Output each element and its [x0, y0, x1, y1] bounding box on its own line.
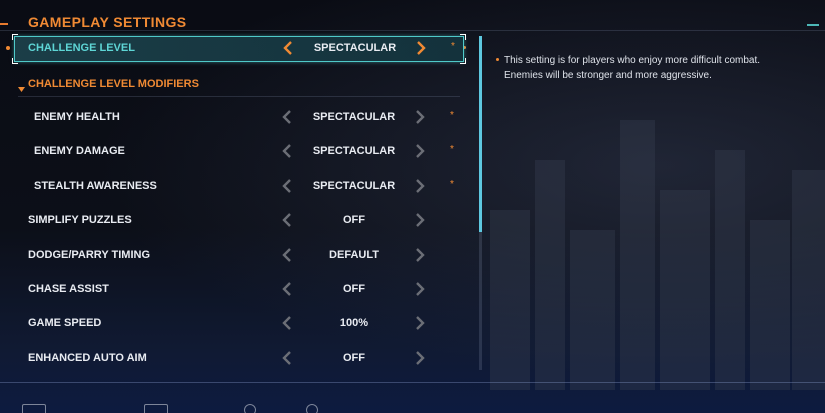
page-title: GAMEPLAY SETTINGS [28, 14, 187, 30]
section-label: CHALLENGE LEVEL MODIFIERS [28, 78, 199, 90]
footer-divider [0, 382, 825, 383]
setting-label: CHASE ASSIST [28, 283, 109, 295]
modified-indicator: * [450, 144, 454, 156]
button-prompt-icon [244, 404, 256, 413]
header-divider [0, 30, 825, 31]
setting-value: SPECTACULAR [313, 42, 397, 54]
setting-value: SPECTACULAR [312, 145, 396, 158]
setting-row[interactable]: GAME SPEED 100% [14, 311, 464, 337]
setting-label: SIMPLIFY PUZZLES [28, 214, 132, 227]
setting-label: CHALLENGE LEVEL [28, 42, 135, 54]
setting-value: DEFAULT [329, 248, 379, 261]
setting-value: OFF [343, 214, 365, 227]
selection-marker-left [6, 46, 10, 50]
setting-value: OFF [343, 351, 365, 364]
setting-value: SPECTACULAR [312, 111, 396, 123]
setting-label: GAME SPEED [28, 317, 102, 330]
setting-description-panel: This setting is for players who enjoy mo… [496, 53, 796, 83]
chevron-right-icon[interactable] [415, 178, 425, 193]
chevron-left-icon[interactable] [282, 282, 292, 296]
setting-row[interactable]: ENEMY DAMAGE SPECTACULAR * [14, 139, 464, 165]
chevron-right-icon[interactable] [415, 247, 425, 262]
chevron-left-icon[interactable] [282, 144, 292, 159]
chevron-left-icon[interactable] [282, 247, 292, 262]
setting-description: This setting is for players who enjoy mo… [504, 55, 761, 81]
modified-indicator: * [451, 41, 455, 52]
setting-row[interactable]: CHASE ASSIST OFF [14, 277, 464, 303]
setting-row[interactable]: SIMPLIFY PUZZLES OFF [14, 208, 464, 234]
setting-value: OFF [343, 283, 365, 295]
button-prompt-icon [144, 404, 168, 413]
chevron-left-icon[interactable] [282, 316, 292, 331]
chevron-left-icon[interactable] [282, 213, 292, 228]
section-header-challenge-modifiers[interactable]: CHALLENGE LEVEL MODIFIERS [18, 76, 460, 97]
chevron-left-icon[interactable] [282, 110, 292, 124]
selection-corner [460, 34, 466, 40]
chevron-left-icon[interactable] [282, 350, 292, 365]
setting-value: SPECTACULAR [312, 179, 396, 192]
chevron-left-icon[interactable] [282, 178, 292, 193]
header-accent-right [807, 24, 819, 26]
game-settings-screen: GAMEPLAY SETTINGS CHALLENGE LEVEL SPECTA… [0, 0, 825, 413]
chevron-right-icon[interactable] [415, 316, 425, 331]
chevron-left-icon[interactable] [283, 41, 293, 55]
button-prompt-icon [22, 404, 46, 413]
modified-indicator: * [450, 110, 454, 121]
chevron-right-icon[interactable] [415, 213, 425, 228]
selection-corner [460, 58, 466, 64]
setting-row[interactable]: DODGE/PARRY TIMING DEFAULT [14, 243, 464, 269]
scroll-thumb[interactable] [479, 36, 482, 232]
chevron-right-icon[interactable] [415, 350, 425, 365]
setting-label: STEALTH AWARENESS [34, 179, 157, 192]
bullet-icon [496, 58, 499, 61]
setting-row-challenge-level[interactable]: CHALLENGE LEVEL SPECTACULAR * [12, 34, 466, 64]
setting-value: 100% [339, 317, 369, 330]
chevron-right-icon[interactable] [415, 282, 425, 296]
chevron-right-icon[interactable] [415, 110, 425, 124]
selection-corner [12, 34, 18, 40]
setting-row[interactable]: STEALTH AWARENESS SPECTACULAR * [14, 174, 464, 200]
selection-corner [12, 58, 18, 64]
setting-label: DODGE/PARRY TIMING [28, 248, 151, 261]
setting-row[interactable]: ENEMY HEALTH SPECTACULAR * [14, 105, 464, 131]
setting-label: ENEMY HEALTH [34, 111, 120, 123]
chevron-right-icon[interactable] [415, 144, 425, 159]
caret-down-icon [18, 80, 25, 98]
cityscape-background [490, 120, 825, 390]
header-accent-left [0, 23, 8, 25]
setting-row[interactable]: ENHANCED AUTO AIM OFF [14, 346, 464, 372]
setting-label: ENHANCED AUTO AIM [28, 351, 147, 364]
modified-indicator: * [450, 178, 454, 190]
setting-label: ENEMY DAMAGE [34, 145, 125, 158]
chevron-right-icon[interactable] [416, 41, 426, 55]
button-prompt-icon [306, 404, 318, 413]
